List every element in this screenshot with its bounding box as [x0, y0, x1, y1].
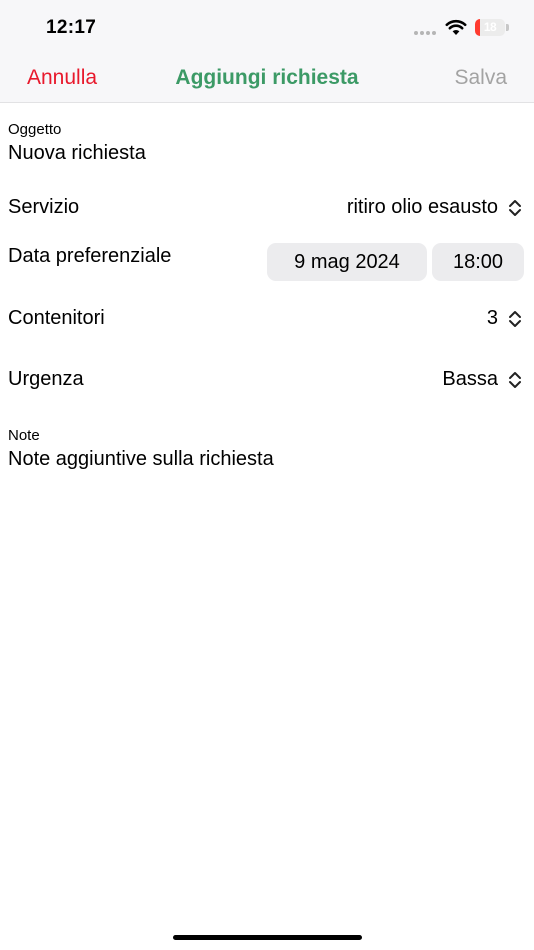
containers-label: Contenitori	[8, 307, 105, 329]
service-label: Servizio	[8, 196, 80, 218]
battery-icon: 18	[475, 19, 509, 36]
date-picker-button[interactable]: 9 mag 2024	[267, 243, 427, 281]
status-time: 12:17	[46, 17, 97, 38]
preferred-date-label: Data preferenziale	[8, 245, 172, 267]
status-bar: 12:17 18	[0, 0, 534, 56]
notes-label: Note	[8, 427, 40, 444]
navigation-bar: Annulla Aggiungi richiesta Salva	[0, 56, 534, 103]
service-value: ritiro olio esausto	[346, 196, 498, 218]
containers-picker[interactable]: 3	[487, 307, 522, 330]
chevron-up-down-icon	[509, 371, 521, 388]
notes-field[interactable]: Note aggiuntive sulla richiesta	[8, 448, 274, 471]
wifi-icon	[445, 19, 467, 35]
cellular-signal-icon	[414, 31, 436, 35]
service-picker[interactable]: ritiro olio esausto	[347, 196, 522, 219]
containers-value: 3	[486, 307, 498, 329]
subject-label: Oggetto	[8, 121, 62, 138]
subject-field[interactable]: Nuova richiesta	[8, 142, 146, 165]
battery-percentage: 18	[483, 20, 497, 34]
home-indicator[interactable]	[173, 935, 362, 940]
chevron-up-down-icon	[509, 310, 521, 327]
urgency-picker[interactable]: Bassa	[442, 368, 522, 391]
urgency-value: Bassa	[442, 368, 498, 390]
chevron-up-down-icon	[509, 199, 521, 216]
time-picker-button[interactable]: 18:00	[432, 243, 524, 281]
urgency-label: Urgenza	[8, 368, 84, 390]
save-button[interactable]: Salva	[454, 66, 507, 90]
